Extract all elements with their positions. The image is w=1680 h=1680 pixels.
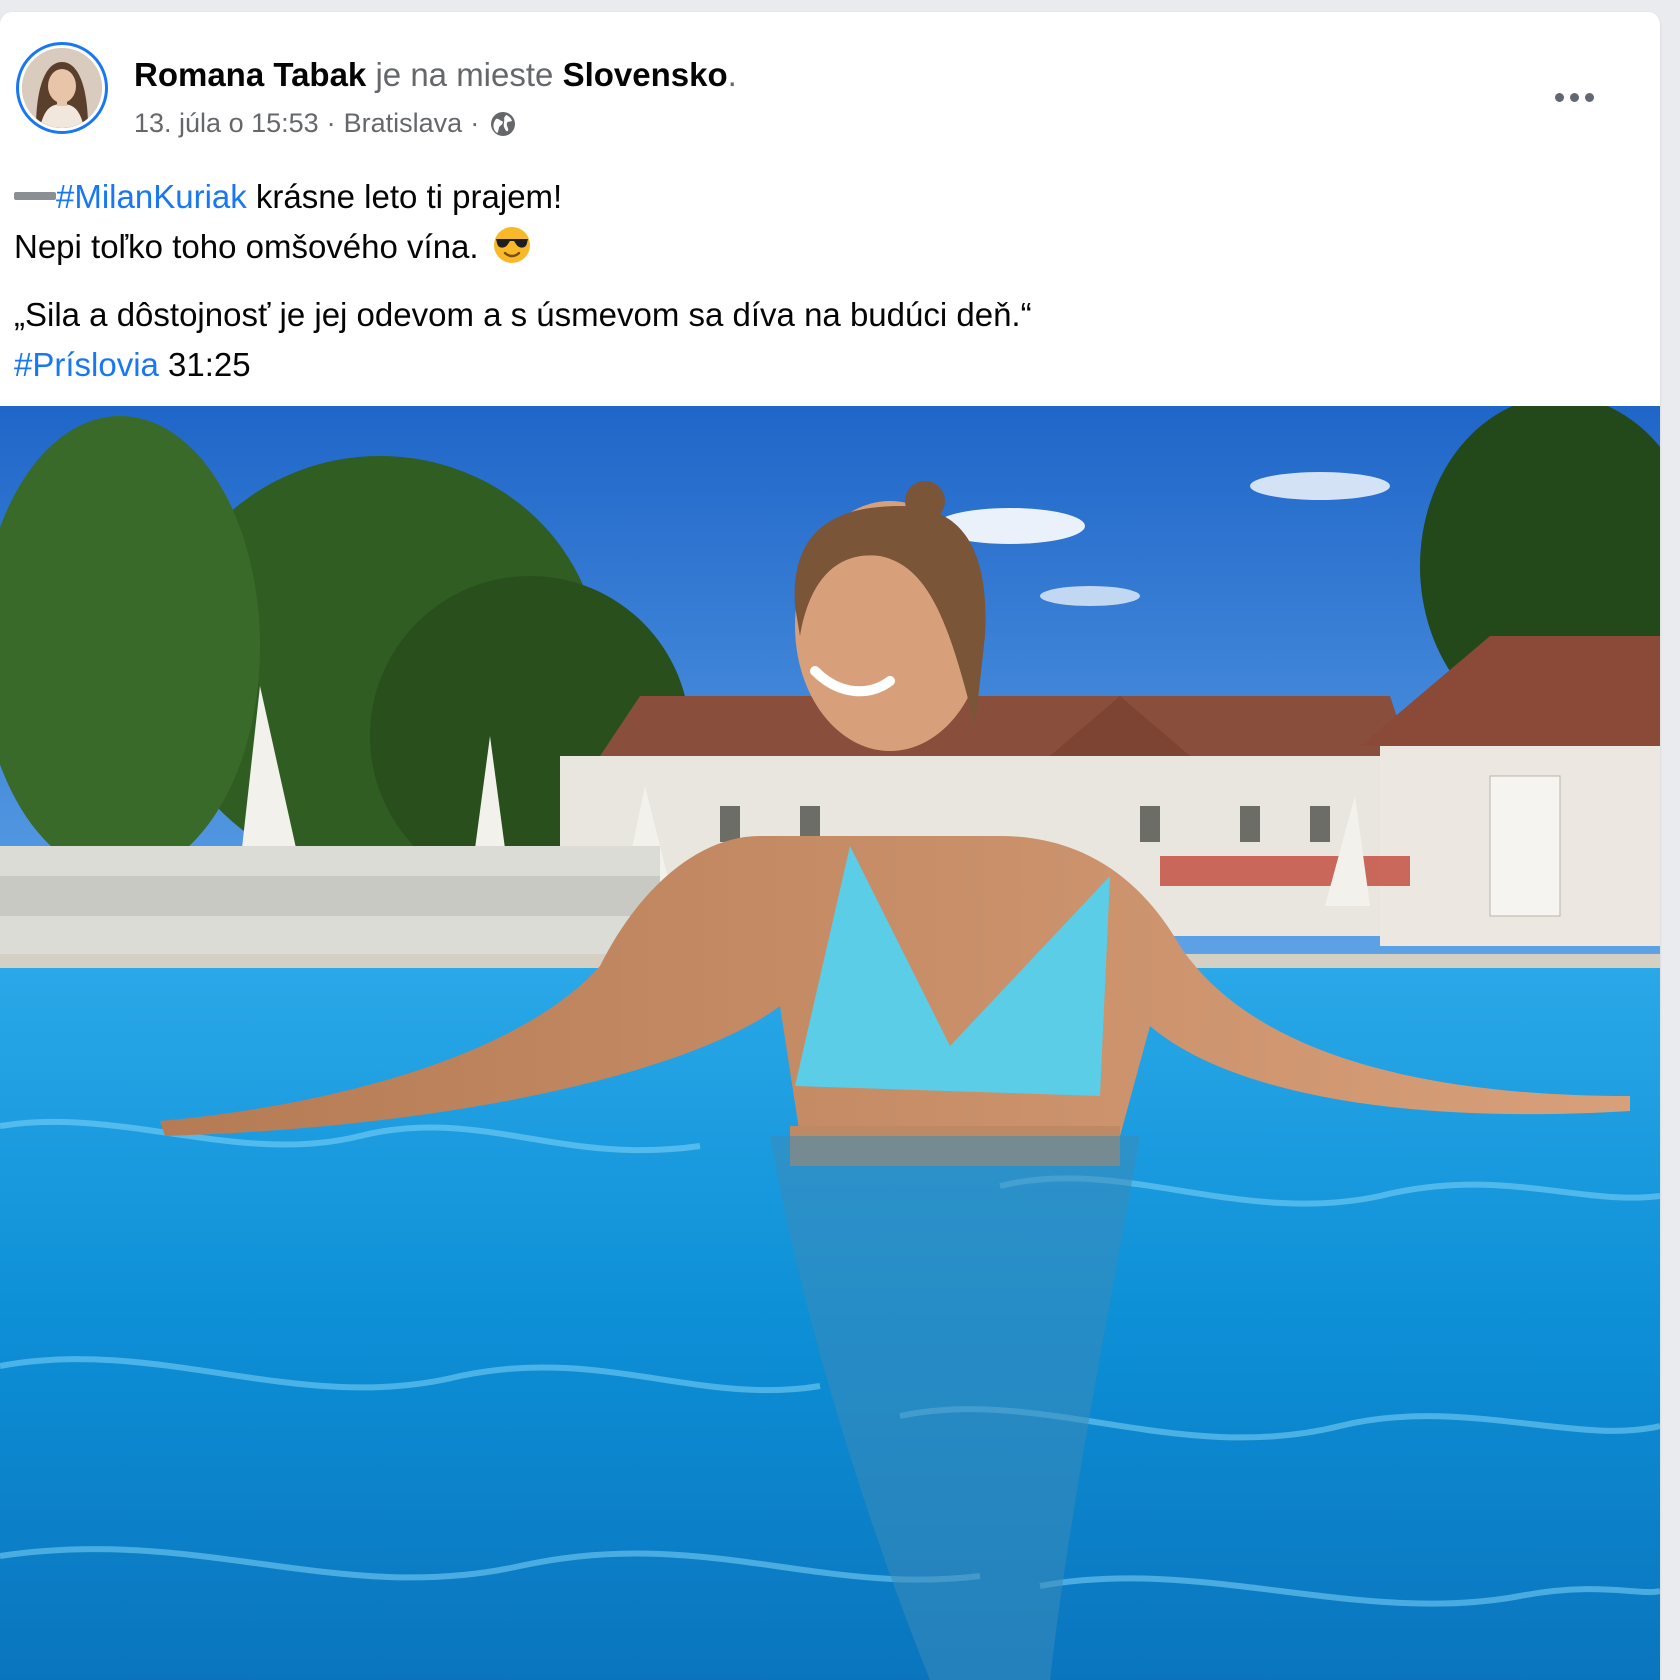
post-meta: 13. júla o 15:53 · Bratislava · xyxy=(134,108,517,139)
text-line-2: Nepi toľko toho omšového vína. xyxy=(14,222,1614,272)
hashtag-prislovia[interactable]: #Príslovia xyxy=(14,346,159,383)
globe-icon[interactable] xyxy=(489,110,517,138)
post-location[interactable]: Bratislava xyxy=(344,108,463,139)
post-timestamp[interactable]: 13. júla o 15:53 xyxy=(134,108,319,139)
post-header: Romana Tabak je na mieste Slovensko. 13.… xyxy=(16,42,1644,142)
text-line-1: #MilanKuriak krásne leto ti prajem! xyxy=(14,172,1614,222)
checkin-place[interactable]: Slovensko xyxy=(563,56,728,93)
author-line: Romana Tabak je na mieste Slovensko. xyxy=(134,56,737,94)
post-card: Romana Tabak je na mieste Slovensko. 13.… xyxy=(0,12,1660,1680)
text-line-1-rest: krásne leto ti prajem! xyxy=(246,178,563,215)
place-suffix: . xyxy=(727,56,737,93)
text-line-2-content: Nepi toľko toho omšového vína. xyxy=(14,228,479,265)
hashtag-milankuriak[interactable]: #MilanKuriak xyxy=(56,178,247,215)
post-text: #MilanKuriak krásne leto ti prajem! Nepi… xyxy=(14,172,1614,390)
quote-line: „Sila a dôstojnosť je jej odevom a s úsm… xyxy=(14,296,1032,333)
more-options-icon[interactable] xyxy=(1544,72,1604,122)
sunglasses-emoji-icon xyxy=(492,225,532,265)
meta-separator: · xyxy=(326,108,336,138)
reference-rest: 31:25 xyxy=(158,346,251,383)
author-name[interactable]: Romana Tabak xyxy=(134,56,366,93)
checkin-text: je na mieste xyxy=(375,56,554,93)
author-avatar[interactable] xyxy=(16,42,108,134)
post-photo[interactable] xyxy=(0,406,1660,1680)
avatar-image xyxy=(22,48,102,128)
reference-line: #Príslovia 31:25 xyxy=(14,340,1614,390)
meta-separator-2: · xyxy=(470,108,480,138)
dash-emoji-icon xyxy=(14,192,56,201)
